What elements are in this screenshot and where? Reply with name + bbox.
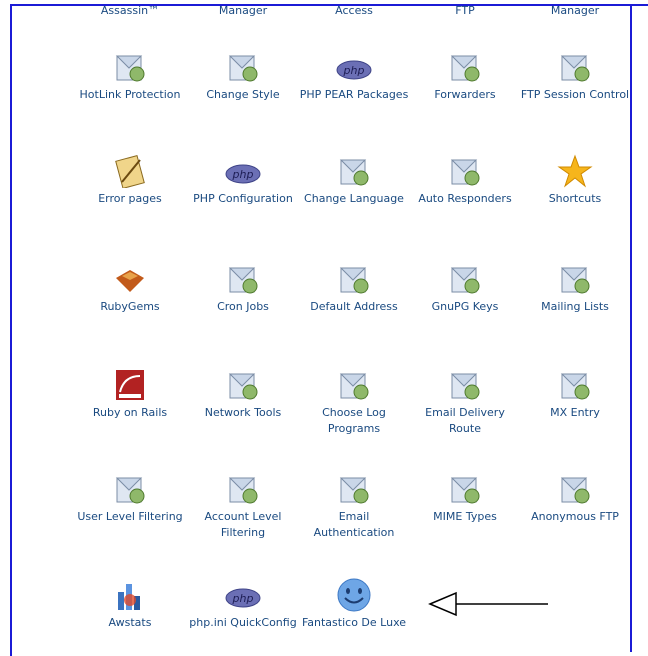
rubygems-icon[interactable]	[75, 262, 185, 296]
feature-item[interactable]: Choose Log Programs	[299, 368, 409, 437]
feature-item[interactable]: Email Delivery Route	[410, 368, 520, 437]
ruby-on-rails-icon[interactable]	[75, 368, 185, 402]
top-row-label[interactable]: Manager	[525, 4, 625, 17]
feature-label[interactable]: Change Style	[188, 87, 298, 103]
ftp-session-icon[interactable]	[520, 50, 630, 84]
auto-responders-icon[interactable]	[410, 154, 520, 188]
top-row-label[interactable]: Assassin™	[80, 4, 180, 17]
email-delivery-route-icon[interactable]	[410, 368, 520, 402]
shortcuts-icon[interactable]	[520, 154, 630, 188]
anonymous-ftp-icon[interactable]	[520, 472, 630, 506]
feature-label[interactable]: Email Authentication	[299, 509, 409, 541]
feature-item[interactable]: HotLink Protection	[75, 50, 185, 103]
feature-item[interactable]: MIME Types	[410, 472, 520, 525]
feature-label[interactable]: FTP Session Control	[520, 87, 630, 103]
user-level-filtering-icon[interactable]	[75, 472, 185, 506]
feature-item[interactable]: Ruby on Rails	[75, 368, 185, 421]
php-pear-icon[interactable]: php	[299, 50, 409, 84]
choose-log-programs-icon[interactable]	[299, 368, 409, 402]
fantastico-smiley-icon[interactable]	[299, 578, 409, 612]
feature-item[interactable]: php PHP Configuration	[188, 154, 298, 207]
hotlink-icon[interactable]	[75, 50, 185, 84]
forwarders-icon[interactable]	[410, 50, 520, 84]
default-address-icon[interactable]	[299, 262, 409, 296]
feature-label[interactable]: RubyGems	[75, 299, 185, 315]
feature-label[interactable]: Auto Responders	[410, 191, 520, 207]
feature-item[interactable]: MX Entry	[520, 368, 630, 421]
feature-item[interactable]: Auto Responders	[410, 154, 520, 207]
mailing-lists-icon[interactable]	[520, 262, 630, 296]
feature-label[interactable]: php.ini QuickConfig	[188, 615, 298, 631]
feature-label[interactable]: Fantastico De Luxe	[299, 615, 409, 631]
feature-label[interactable]: Mailing Lists	[520, 299, 630, 315]
mime-types-icon[interactable]	[410, 472, 520, 506]
feature-item[interactable]: Error pages	[75, 154, 185, 207]
feature-label[interactable]: Shortcuts	[520, 191, 630, 207]
feature-item[interactable]: Mailing Lists	[520, 262, 630, 315]
error-pages-icon[interactable]	[75, 154, 185, 188]
account-level-filtering-icon[interactable]	[188, 472, 298, 506]
top-row-label[interactable]: Access	[304, 4, 404, 17]
top-row-label[interactable]: FTP	[415, 4, 515, 17]
feature-item[interactable]: Forwarders	[410, 50, 520, 103]
feature-label[interactable]: HotLink Protection	[75, 87, 185, 103]
feature-label[interactable]: PHP PEAR Packages	[299, 87, 409, 103]
panel-frame-right-border	[630, 4, 632, 652]
feature-item[interactable]: Awstats	[75, 578, 185, 631]
feature-label[interactable]: Cron Jobs	[188, 299, 298, 315]
email-authentication-icon[interactable]	[299, 472, 409, 506]
feature-item[interactable]: Account Level Filtering	[188, 472, 298, 541]
feature-label[interactable]: Anonymous FTP	[520, 509, 630, 525]
feature-item[interactable]: Shortcuts	[520, 154, 630, 207]
awstats-icon[interactable]	[75, 578, 185, 612]
top-row-labels: Assassin™ Manager Access FTP Manager	[0, 4, 648, 22]
feature-label[interactable]: Awstats	[75, 615, 185, 631]
feature-label[interactable]: Default Address	[299, 299, 409, 315]
svg-text:php: php	[232, 168, 254, 181]
gnupg-keys-icon[interactable]	[410, 262, 520, 296]
left-arrow-icon	[428, 591, 548, 617]
feature-label[interactable]: PHP Configuration	[188, 191, 298, 207]
cron-jobs-icon[interactable]	[188, 262, 298, 296]
feature-item[interactable]: Fantastico De Luxe	[299, 578, 409, 631]
feature-item[interactable]: Default Address	[299, 262, 409, 315]
feature-label[interactable]: Forwarders	[410, 87, 520, 103]
svg-text:php: php	[232, 592, 254, 605]
feature-label[interactable]: Ruby on Rails	[75, 405, 185, 421]
feature-item[interactable]: Change Style	[188, 50, 298, 103]
feature-label[interactable]: MX Entry	[520, 405, 630, 421]
feature-item[interactable]: php php.ini QuickConfig	[188, 578, 298, 631]
change-language-icon[interactable]	[299, 154, 409, 188]
change-style-icon[interactable]	[188, 50, 298, 84]
feature-item[interactable]: php PHP PEAR Packages	[299, 50, 409, 103]
feature-label[interactable]: Account Level Filtering	[188, 509, 298, 541]
feature-label[interactable]: Change Language	[299, 191, 409, 207]
feature-item[interactable]: Cron Jobs	[188, 262, 298, 315]
feature-label[interactable]: Error pages	[75, 191, 185, 207]
feature-label[interactable]: MIME Types	[410, 509, 520, 525]
feature-item[interactable]: User Level Filtering	[75, 472, 185, 525]
mx-entry-icon[interactable]	[520, 368, 630, 402]
feature-label[interactable]: Email Delivery Route	[410, 405, 520, 437]
php-ini-icon[interactable]: php	[188, 578, 298, 612]
feature-label[interactable]: User Level Filtering	[75, 509, 185, 525]
network-tools-icon[interactable]	[188, 368, 298, 402]
feature-label[interactable]: GnuPG Keys	[410, 299, 520, 315]
feature-item[interactable]: GnuPG Keys	[410, 262, 520, 315]
svg-text:php: php	[343, 64, 365, 77]
php-config-icon[interactable]: php	[188, 154, 298, 188]
feature-item[interactable]: Anonymous FTP	[520, 472, 630, 525]
feature-item[interactable]: Network Tools	[188, 368, 298, 421]
feature-item[interactable]: Change Language	[299, 154, 409, 207]
feature-label[interactable]: Network Tools	[188, 405, 298, 421]
feature-item[interactable]: RubyGems	[75, 262, 185, 315]
top-row-label[interactable]: Manager	[193, 4, 293, 17]
feature-label[interactable]: Choose Log Programs	[299, 405, 409, 437]
feature-item[interactable]: Email Authentication	[299, 472, 409, 541]
feature-item[interactable]: FTP Session Control	[520, 50, 630, 103]
